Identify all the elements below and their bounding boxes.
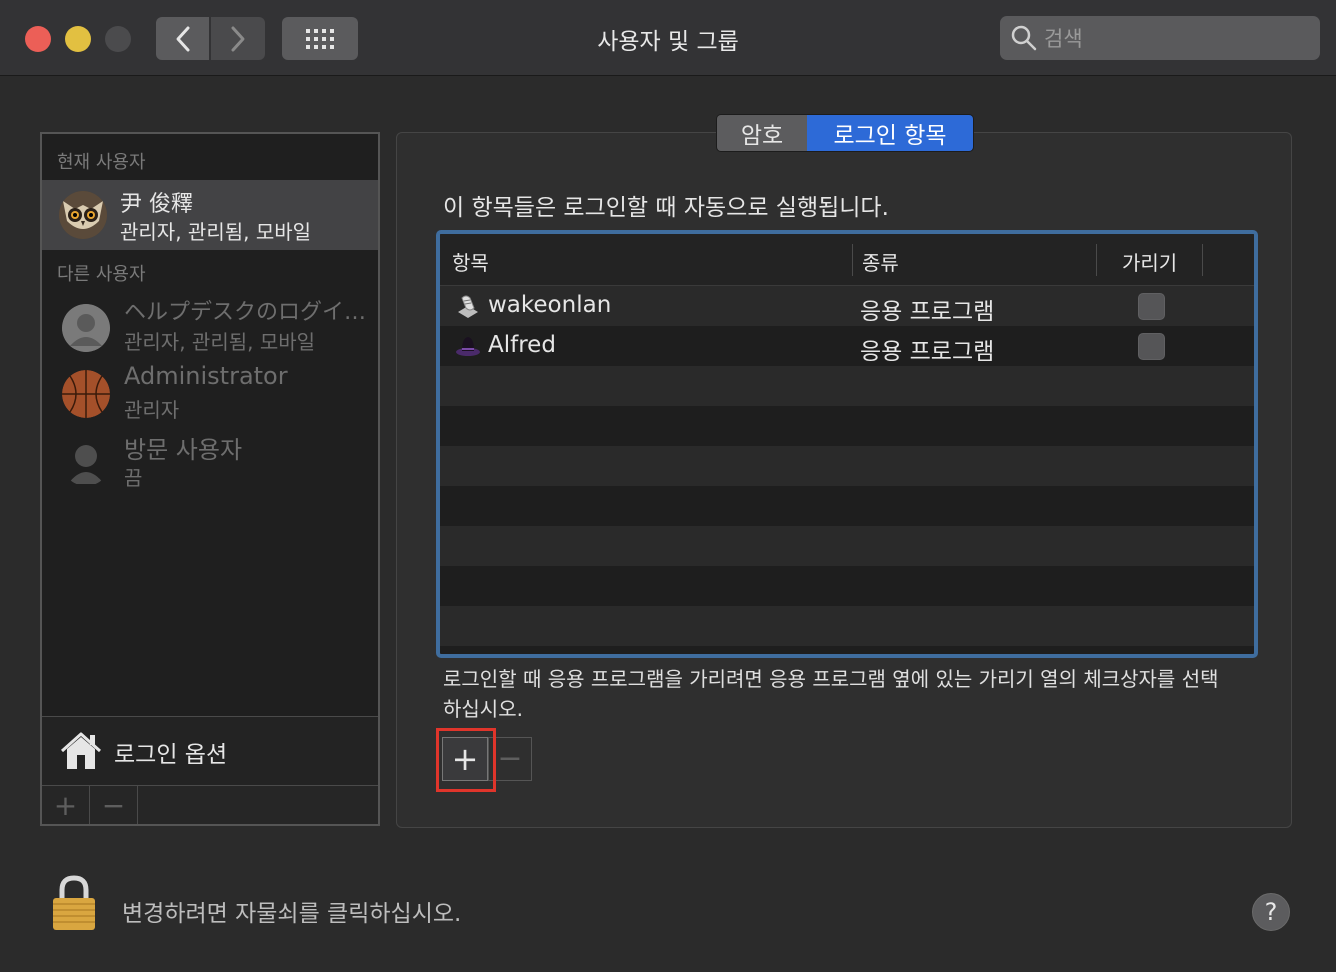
sidebar-toolbar: + − xyxy=(42,786,378,824)
question-mark-icon: ? xyxy=(1264,898,1278,926)
empty-row xyxy=(440,486,1254,526)
column-divider xyxy=(1096,244,1097,276)
tab-password[interactable]: 암호 xyxy=(717,115,807,151)
house-icon xyxy=(60,732,102,769)
basketball-avatar xyxy=(62,370,110,418)
lock-icon[interactable] xyxy=(50,874,98,932)
minus-icon: − xyxy=(497,741,523,776)
current-user-name: 尹 俊釋 xyxy=(120,192,193,217)
other-user-item[interactable]: ヘルプデスクのログイ… 관리자, 관리됨, 모바일 xyxy=(42,294,378,356)
users-sidebar: 현재 사용자 尹 俊釋 관리자, 관리됨, 모바일 다른 사용자 ヘルプデスクの… xyxy=(40,132,380,826)
login-options-label: 로그인 옵션 xyxy=(114,742,228,768)
current-users-label: 현재 사용자 xyxy=(57,152,146,173)
column-header-item[interactable]: 항목 xyxy=(452,247,489,276)
hide-checkbox[interactable] xyxy=(1138,333,1165,360)
title-bar: 사용자 및 그룹 검색 xyxy=(0,0,1336,76)
column-divider xyxy=(852,244,853,276)
guest-silhouette-avatar xyxy=(62,438,110,486)
other-user-role: 끔 xyxy=(124,466,143,490)
search-icon xyxy=(1011,25,1037,51)
add-user-button[interactable]: + xyxy=(42,786,90,824)
current-user-item[interactable]: 尹 俊釋 관리자, 관리됨, 모바일 xyxy=(42,180,378,250)
plus-icon: + xyxy=(53,788,78,822)
search-field[interactable]: 검색 xyxy=(1000,16,1320,60)
other-user-name: 방문 사용자 xyxy=(124,436,243,464)
table-header: 항목 종류 가리기 xyxy=(440,234,1254,286)
row-item-name: wakeonlan xyxy=(488,292,612,318)
column-divider xyxy=(1202,244,1203,276)
current-user-role: 관리자, 관리됨, 모바일 xyxy=(120,220,312,244)
tab-login-items[interactable]: 로그인 항목 xyxy=(807,115,973,151)
other-users-label: 다른 사용자 xyxy=(57,264,146,285)
tab-control: 암호 로그인 항목 xyxy=(716,114,974,152)
other-user-role: 관리자 xyxy=(124,398,180,422)
hide-hint-text: 로그인할 때 응용 프로그램을 가리려면 응용 프로그램 옆에 있는 가리기 열… xyxy=(443,667,1219,721)
hide-checkbox[interactable] xyxy=(1138,293,1165,320)
empty-row xyxy=(440,526,1254,566)
column-header-kind[interactable]: 종류 xyxy=(862,247,899,276)
other-user-name: Administrator xyxy=(124,362,288,390)
other-user-item[interactable]: 방문 사용자 끔 xyxy=(42,430,378,492)
row-item-kind: 응용 프로그램 xyxy=(860,299,995,325)
other-user-role: 관리자, 관리됨, 모바일 xyxy=(124,330,316,354)
search-placeholder: 검색 xyxy=(1044,27,1083,51)
row-item-kind: 응용 프로그램 xyxy=(860,339,995,365)
empty-row xyxy=(440,606,1254,646)
other-user-name: ヘルプデスクのログイ… xyxy=(124,300,367,325)
login-options-item[interactable]: 로그인 옵션 xyxy=(42,716,378,786)
row-item-name: Alfred xyxy=(488,332,556,358)
alfred-hat-icon xyxy=(456,337,480,356)
script-icon xyxy=(458,295,478,318)
column-header-hide[interactable]: 가리기 xyxy=(1122,247,1177,276)
login-items-description: 이 항목들은 로그인할 때 자동으로 실행됩니다. xyxy=(443,195,889,221)
empty-row xyxy=(440,566,1254,606)
person-silhouette-avatar xyxy=(62,304,110,352)
lock-message: 변경하려면 자물쇠를 클릭하십시오. xyxy=(122,901,462,927)
owl-avatar xyxy=(59,191,107,239)
remove-user-button[interactable]: − xyxy=(90,786,138,824)
table-row[interactable]: wakeonlan 응용 프로그램 xyxy=(440,286,1254,326)
other-user-item[interactable]: Administrator 관리자 xyxy=(42,362,378,424)
empty-row xyxy=(440,446,1254,486)
highlight-box xyxy=(436,728,496,792)
minus-icon: − xyxy=(101,788,126,822)
empty-row xyxy=(440,366,1254,406)
login-items-table[interactable]: 항목 종류 가리기 wakeonlan 응용 프로그램 Alfred 응용 프로… xyxy=(436,230,1258,658)
empty-row xyxy=(440,406,1254,446)
table-row[interactable]: Alfred 응용 프로그램 xyxy=(440,326,1254,366)
help-button[interactable]: ? xyxy=(1252,893,1290,931)
